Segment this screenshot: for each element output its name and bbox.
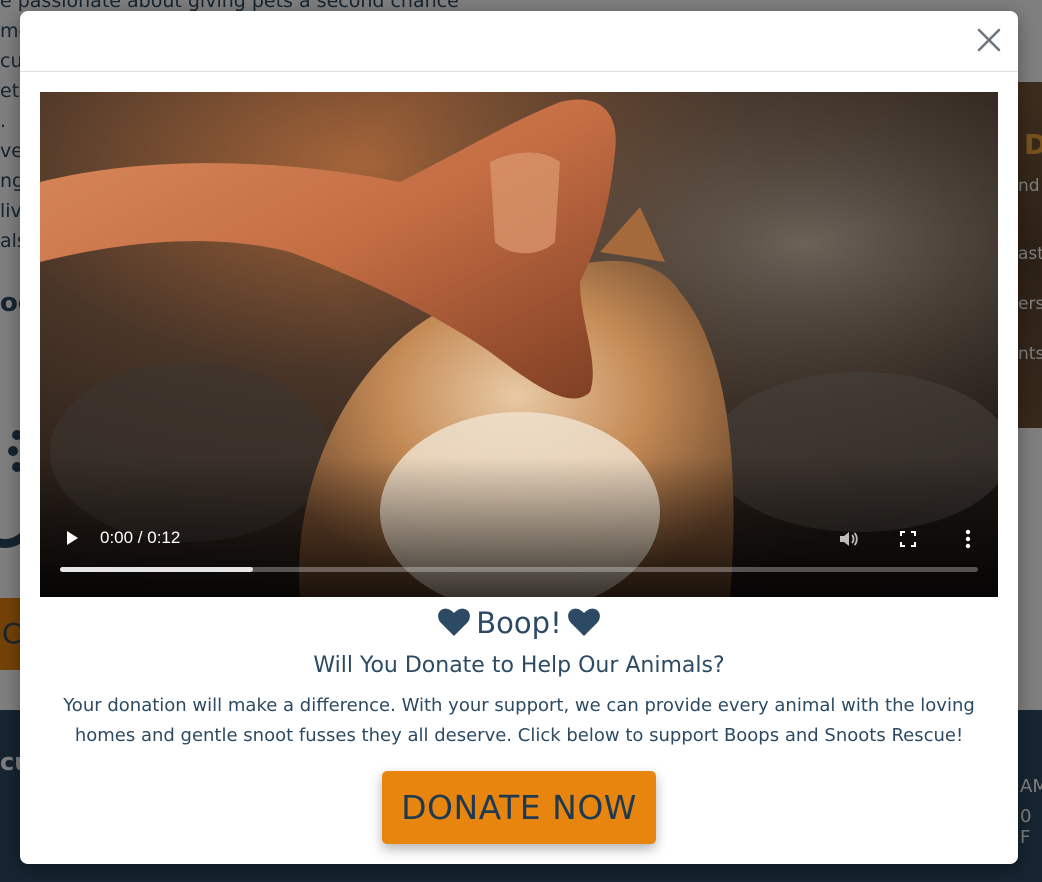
more-options-icon[interactable] [956,527,980,551]
donate-now-button[interactable]: DONATE NOW [382,771,656,844]
heart-icon [438,608,471,636]
modal-header [20,11,1018,72]
video-player[interactable]: 0:00 / 0:12 [40,92,998,597]
heart-icon [567,608,600,636]
modal-title-text: Boop! [476,606,562,640]
video-time: 0:00 / 0:12 [100,528,181,547]
donate-modal: 0:00 / 0:12 Boop! Will You Donate to Hel… [20,11,1018,864]
modal-subtitle: Will You Donate to Help Our Animals? [313,653,725,678]
volume-icon[interactable] [836,527,860,551]
modal-body-text: Your donation will make a difference. Wi… [63,695,975,746]
modal-title: Boop! [20,603,1018,643]
fullscreen-icon[interactable] [896,527,920,551]
video-progress-fill [60,567,253,572]
play-icon[interactable] [62,528,82,548]
video-progress-bar[interactable] [60,567,978,572]
close-icon[interactable] [974,25,1004,55]
